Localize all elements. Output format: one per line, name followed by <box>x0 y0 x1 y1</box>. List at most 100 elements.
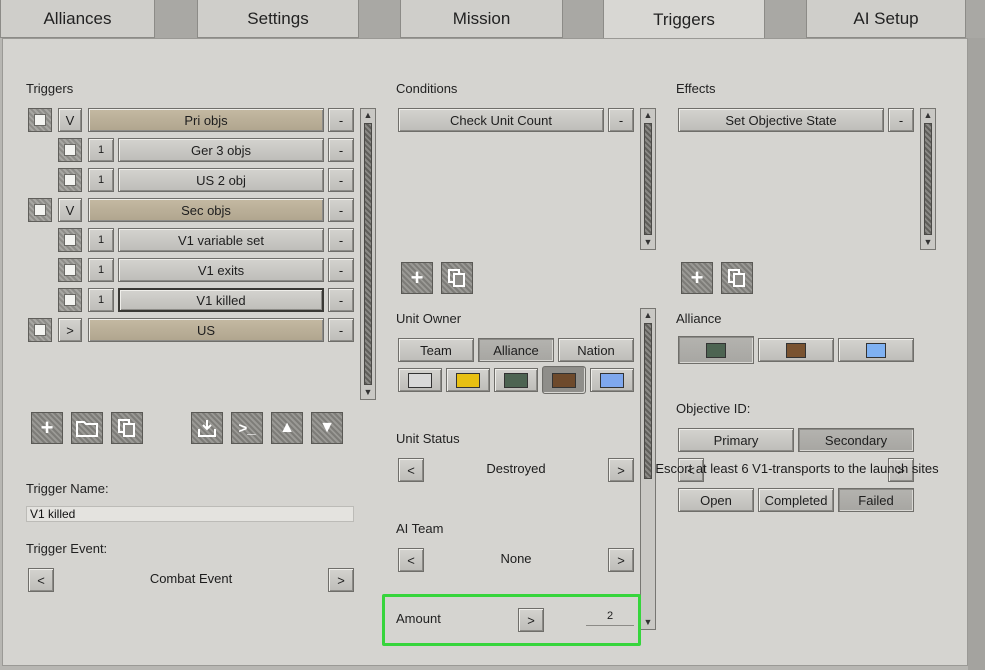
trigger-order-field[interactable]: 1 <box>88 288 114 312</box>
trigger-order-field[interactable]: 1 <box>88 258 114 282</box>
trigger-checkbox[interactable] <box>58 288 82 312</box>
import-icon <box>198 420 216 437</box>
remove-trigger-button[interactable]: - <box>328 198 354 222</box>
trigger-checkbox[interactable] <box>28 108 52 132</box>
add-condition-button[interactable]: + <box>401 262 433 294</box>
tab-ai-setup[interactable]: AI Setup <box>806 0 966 38</box>
trigger-expand-toggle[interactable]: > <box>58 318 82 342</box>
trigger-expand-toggle[interactable]: V <box>58 198 82 222</box>
scroll-up-icon[interactable]: ▲ <box>641 109 655 122</box>
scroll-down-icon[interactable]: ▼ <box>641 236 655 249</box>
remove-effect-button[interactable]: - <box>888 108 914 132</box>
color-swatch <box>706 342 726 358</box>
effects-scrollbar[interactable]: ▲ ▼ <box>920 108 936 250</box>
trigger-item[interactable]: Sec objs <box>88 198 324 222</box>
remove-trigger-button[interactable]: - <box>328 138 354 162</box>
tab-mission[interactable]: Mission <box>400 0 563 38</box>
scrollbar-track[interactable] <box>364 123 372 385</box>
add-effect-button[interactable]: + <box>681 262 713 294</box>
move-up-button[interactable]: ▲ <box>271 412 303 444</box>
remove-trigger-button[interactable]: - <box>328 258 354 282</box>
objective-secondary-button[interactable]: Secondary <box>798 428 914 452</box>
state-open-button[interactable]: Open <box>678 488 754 512</box>
ai-team-next-button[interactable]: > <box>608 548 634 572</box>
scroll-up-icon[interactable]: ▲ <box>641 309 655 322</box>
owner-color-button[interactable] <box>590 368 634 392</box>
scroll-up-icon[interactable]: ▲ <box>361 109 375 122</box>
triggers-scrollbar[interactable]: ▲ ▼ <box>360 108 376 400</box>
trigger-item[interactable]: US <box>88 318 324 342</box>
state-failed-button[interactable]: Failed <box>838 488 914 512</box>
remove-trigger-button[interactable]: - <box>328 288 354 312</box>
scrollbar-track[interactable] <box>644 323 652 479</box>
owner-color-button[interactable] <box>398 368 442 392</box>
trigger-item[interactable]: V1 exits <box>118 258 324 282</box>
trigger-expand-toggle[interactable]: V <box>58 108 82 132</box>
remove-trigger-button[interactable]: - <box>328 228 354 252</box>
trigger-checkbox[interactable] <box>58 258 82 282</box>
alliance-color-button-selected[interactable] <box>678 336 754 364</box>
owner-color-button[interactable] <box>494 368 538 392</box>
alliance-color-button[interactable] <box>758 338 834 362</box>
effect-item[interactable]: Set Objective State <box>678 108 884 132</box>
add-trigger-button[interactable]: + <box>31 412 63 444</box>
scrollbar-track[interactable] <box>924 123 932 235</box>
remove-trigger-button[interactable]: - <box>328 168 354 192</box>
owner-alliance-tab[interactable]: Alliance <box>478 338 554 362</box>
remove-trigger-button[interactable]: - <box>328 318 354 342</box>
duplicate-trigger-button[interactable] <box>111 412 143 444</box>
scrollbar-track[interactable] <box>644 123 652 235</box>
duplicate-effect-button[interactable] <box>721 262 753 294</box>
color-swatch <box>600 372 624 388</box>
objective-primary-button[interactable]: Primary <box>678 428 794 452</box>
move-down-button[interactable]: ▼ <box>311 412 343 444</box>
state-completed-button[interactable]: Completed <box>758 488 834 512</box>
trigger-item[interactable]: Ger 3 objs <box>118 138 324 162</box>
tab-alliances[interactable]: Alliances <box>0 0 155 38</box>
tab-settings[interactable]: Settings <box>197 0 359 38</box>
tab-bar: Alliances Settings Mission Triggers AI S… <box>0 0 985 40</box>
trigger-item[interactable]: V1 variable set <box>118 228 324 252</box>
scroll-down-icon[interactable]: ▼ <box>641 616 655 629</box>
scroll-down-icon[interactable]: ▼ <box>361 386 375 399</box>
owner-team-tab[interactable]: Team <box>398 338 474 362</box>
trigger-checkbox[interactable] <box>28 198 52 222</box>
conditions-label: Conditions <box>396 81 458 96</box>
color-swatch <box>456 372 480 388</box>
trigger-event-next-button[interactable]: > <box>328 568 354 592</box>
trigger-item[interactable]: Pri objs <box>88 108 324 132</box>
conditions-scrollbar[interactable]: ▲ ▼ <box>640 108 656 250</box>
scroll-down-icon[interactable]: ▼ <box>921 236 935 249</box>
owner-color-button[interactable] <box>446 368 490 392</box>
trigger-checkbox[interactable] <box>58 168 82 192</box>
objective-id-label: Objective ID: <box>676 401 751 416</box>
trigger-order-field[interactable]: 1 <box>88 168 114 192</box>
condition-item[interactable]: Check Unit Count <box>398 108 604 132</box>
triggers-label: Triggers <box>26 81 74 96</box>
unit-status-next-button[interactable]: > <box>608 458 634 482</box>
trigger-checkbox[interactable] <box>28 318 52 342</box>
trigger-order-field[interactable]: 1 <box>88 138 114 162</box>
alliance-color-button[interactable] <box>838 338 914 362</box>
owner-color-button-selected[interactable] <box>542 366 586 394</box>
trigger-checkbox[interactable] <box>58 138 82 162</box>
ai-team-prev-button[interactable]: < <box>398 548 424 572</box>
unit-status-prev-button[interactable]: < <box>398 458 424 482</box>
add-folder-button[interactable] <box>71 412 103 444</box>
remove-trigger-button[interactable]: - <box>328 108 354 132</box>
trigger-order-field[interactable]: 1 <box>88 228 114 252</box>
owner-nation-tab[interactable]: Nation <box>558 338 634 362</box>
copy-icon <box>728 269 745 287</box>
import-trigger-button[interactable] <box>191 412 223 444</box>
duplicate-condition-button[interactable] <box>441 262 473 294</box>
trigger-event-prev-button[interactable]: < <box>28 568 54 592</box>
ai-team-label: AI Team <box>396 521 444 536</box>
scroll-up-icon[interactable]: ▲ <box>921 109 935 122</box>
trigger-item[interactable]: US 2 obj <box>118 168 324 192</box>
trigger-item-selected[interactable]: V1 killed <box>118 288 324 312</box>
script-console-button[interactable]: >_ <box>231 412 263 444</box>
trigger-checkbox[interactable] <box>58 228 82 252</box>
trigger-name-input[interactable]: V1 killed <box>26 506 354 522</box>
tab-triggers[interactable]: Triggers <box>603 0 765 40</box>
remove-condition-button[interactable]: - <box>608 108 634 132</box>
